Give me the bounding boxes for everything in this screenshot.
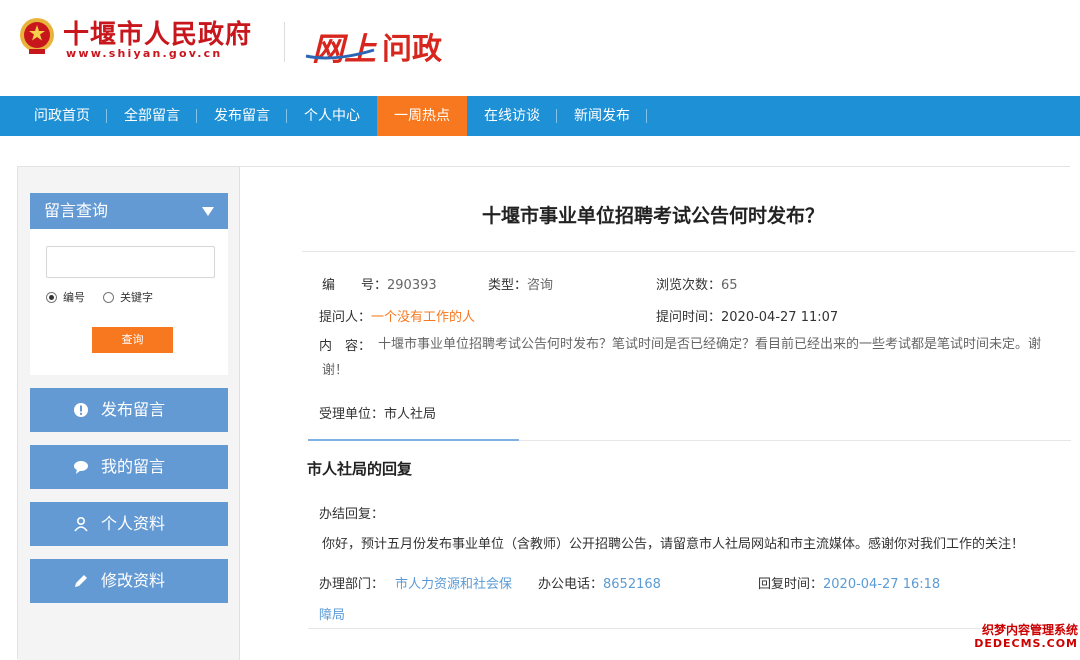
- my-messages-label: 我的留言: [101, 457, 166, 476]
- reply-time-value: 2020-04-27 16:18: [823, 577, 941, 592]
- message-title: 十堰市事业单位招聘考试公告何时发布？: [481, 205, 824, 227]
- site-name: 十堰市人民政府: [63, 20, 253, 50]
- triangle-down-icon[interactable]: [202, 207, 214, 216]
- message-type: 类型：咨询: [488, 274, 553, 293]
- pencil-icon: [73, 573, 89, 589]
- phone-value: 8652168: [603, 577, 661, 592]
- radio-keyword[interactable]: 关键字: [103, 289, 153, 305]
- ask-time-label: 提问时间：: [656, 310, 722, 325]
- radio-keyword-label: 关键字: [120, 291, 153, 304]
- search-input[interactable]: [46, 246, 215, 278]
- handling-department-line2: 障局: [319, 604, 345, 623]
- number-value: 290393: [387, 278, 437, 293]
- dedecms-watermark: 织梦内容管理系统 DEDECMS.COM: [968, 623, 1078, 651]
- logo-swoosh-icon: [305, 48, 375, 60]
- asker-value: 一个没有工作的人: [371, 310, 476, 325]
- query-panel-title: 留言查询: [44, 201, 109, 220]
- type-value: 咨询: [527, 278, 554, 293]
- my-messages-button[interactable]: 我的留言: [30, 445, 228, 489]
- post-message-button[interactable]: 发布留言: [30, 388, 228, 432]
- site-url: www.shiyan.gov.cn: [66, 47, 223, 60]
- site-header: 十堰市人民政府 www.shiyan.gov.cn 网上 问政: [0, 0, 1080, 96]
- page-frame: 留言查询 编号 关键字 查询 发布留言 我的留言 个人资料 修改资料 十堰市事业…: [17, 166, 1075, 660]
- nav-item-all-messages[interactable]: 全部留言: [107, 96, 197, 136]
- radio-number[interactable]: 编号: [46, 289, 85, 305]
- dept-label: 受理单位：: [319, 407, 385, 422]
- reply-time: 回复时间：2020-04-27 16:18: [758, 573, 940, 592]
- asker: 提问人：一个没有工作的人: [319, 306, 475, 325]
- asker-label: 提问人：: [319, 310, 372, 325]
- dept-value: 市人社局: [384, 407, 437, 422]
- reply-divider-highlight: [308, 439, 519, 441]
- handling-department-value: 市人力资源和社会保: [395, 577, 513, 592]
- reply-title: 市人社局的回复: [307, 460, 413, 478]
- main-nav: 问政首页 全部留言 发布留言 个人中心 一周热点 在线访谈 新闻发布: [0, 96, 1080, 136]
- handling-department-value-cont: 障局: [319, 608, 346, 623]
- watermark-line2: DEDECMS.COM: [974, 637, 1078, 650]
- profile-label: 个人资料: [101, 514, 166, 533]
- radio-checked-icon[interactable]: [46, 291, 57, 303]
- exclamation-icon: [73, 402, 89, 418]
- search-type-radios: 编号 关键字: [46, 289, 171, 305]
- nav-item-online-interview[interactable]: 在线访谈: [467, 96, 557, 136]
- accepting-department: 受理单位：市人社局: [319, 403, 436, 422]
- reply-time-label: 回复时间：: [758, 577, 824, 592]
- national-emblem-icon: [18, 16, 56, 56]
- reply-text: 你好，预计五月份发布事业单位（含教师）公开招聘公告，请留意市人社局网站和市主流媒…: [322, 537, 1025, 552]
- sidebar: 留言查询 编号 关键字 查询 发布留言 我的留言 个人资料 修改资料: [18, 167, 240, 660]
- query-panel: 留言查询 编号 关键字 查询: [30, 193, 228, 375]
- ask-time: 提问时间：2020-04-27 11:07: [656, 306, 838, 325]
- ask-time-value: 2020-04-27 11:07: [721, 310, 839, 325]
- office-phone: 办公电话：8652168: [538, 573, 661, 592]
- nav-item-weekly-hot[interactable]: 一周热点: [377, 96, 467, 136]
- handling-department-label: 办理部门：: [319, 577, 385, 592]
- query-button[interactable]: 查询: [92, 327, 173, 353]
- query-panel-header[interactable]: 留言查询: [30, 193, 228, 229]
- message-content: 十堰市事业单位招聘考试公告何时发布？笔试时间是否已经确定？看目前已经出来的一些考…: [322, 332, 1062, 384]
- reply-status: 办结回复：: [319, 507, 385, 522]
- edit-profile-label: 修改资料: [101, 571, 166, 590]
- type-label: 类型：: [488, 278, 528, 293]
- reply-divider: [308, 439, 1071, 441]
- nav-item-post-message[interactable]: 发布留言: [197, 96, 287, 136]
- edit-profile-button[interactable]: 修改资料: [30, 559, 228, 603]
- nav-item-home[interactable]: 问政首页: [17, 96, 107, 136]
- watermark-line1: 织梦内容管理系统: [981, 623, 1078, 637]
- user-icon: [73, 516, 89, 532]
- bottom-divider: [308, 628, 1071, 629]
- radio-unchecked-icon[interactable]: [103, 291, 114, 303]
- phone-label: 办公电话：: [538, 577, 604, 592]
- handling-department-line1: 市人力资源和社会保: [395, 573, 512, 592]
- nav-item-news-release[interactable]: 新闻发布: [557, 96, 647, 136]
- message-content-text: 十堰市事业单位招聘考试公告何时发布？笔试时间是否已经确定？看目前已经出来的一些考…: [322, 337, 1042, 378]
- profile-button[interactable]: 个人资料: [30, 502, 228, 546]
- post-message-label: 发布留言: [101, 400, 166, 419]
- message-number: 编 号：290393: [322, 274, 437, 293]
- nav-item-personal-center[interactable]: 个人中心: [287, 96, 377, 136]
- views-label: 浏览次数：: [656, 278, 722, 293]
- number-label: 编 号：: [322, 278, 388, 293]
- logo-text-part2: 问政: [382, 32, 442, 67]
- message-detail: 十堰市事业单位招聘考试公告何时发布？ 编 号：290393 类型：咨询 浏览次数…: [258, 167, 1075, 660]
- view-count: 浏览次数：65: [656, 274, 738, 293]
- views-value: 65: [721, 278, 738, 293]
- online-inquiry-logo: 网上 问政: [304, 22, 454, 68]
- speech-bubble-icon: [73, 459, 89, 475]
- header-divider: [284, 22, 285, 62]
- title-divider: [302, 251, 1075, 252]
- radio-number-label: 编号: [63, 291, 85, 304]
